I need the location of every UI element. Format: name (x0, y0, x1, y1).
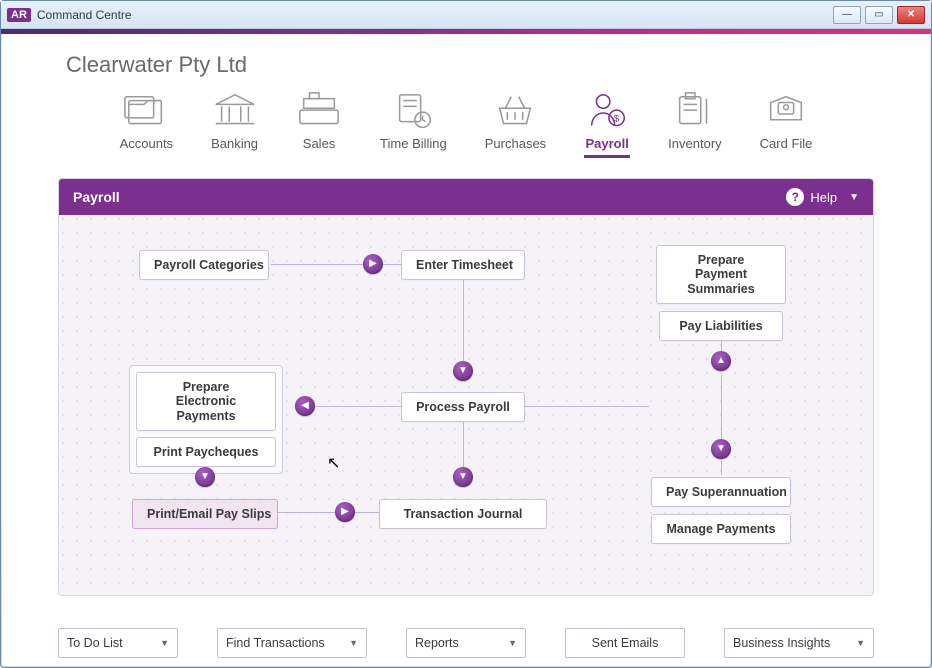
nav-sales[interactable]: Sales (296, 90, 342, 154)
help-button[interactable]: ? Help ▼ (786, 188, 859, 206)
company-name: Clearwater Pty Ltd (66, 52, 930, 78)
nav-label: Banking (211, 136, 258, 151)
nav-banking[interactable]: Banking (211, 90, 258, 154)
dropdown-label: To Do List (67, 636, 123, 650)
button-label: Sent Emails (592, 636, 659, 650)
nav-label: Accounts (120, 136, 173, 151)
nav-label: Card File (760, 136, 813, 151)
sent-emails-button[interactable]: Sent Emails (565, 628, 685, 658)
connector (721, 375, 722, 439)
nav-card-file[interactable]: Card File (760, 90, 813, 154)
task-manage-payments[interactable]: Manage Payments (651, 514, 791, 544)
task-print-email-pay-slips[interactable]: Print/Email Pay Slips (132, 499, 278, 529)
help-label: Help (810, 190, 837, 205)
window-title: Command Centre (37, 8, 132, 22)
dropdown-label: Reports (415, 636, 459, 650)
nav-bar: Accounts Banking Sales Time Billing (2, 86, 930, 164)
connector (519, 406, 649, 407)
invoice-clock-icon (390, 90, 436, 130)
register-icon (296, 90, 342, 130)
bank-icon (212, 90, 258, 130)
nav-label: Time Billing (380, 136, 447, 151)
flow-node-right[interactable]: ▶ (363, 254, 383, 274)
client-area: Clearwater Pty Ltd Accounts Banking Sale… (2, 34, 930, 666)
nav-label: Purchases (485, 136, 546, 151)
chevron-down-icon: ▼ (349, 638, 358, 648)
task-transaction-journal[interactable]: Transaction Journal (379, 499, 547, 529)
window-titlebar: AR Command Centre — ▭ ✕ (1, 1, 931, 29)
chevron-down-icon: ▼ (160, 638, 169, 648)
bottom-toolbar: To Do List▼ Find Transactions▼ Reports▼ … (2, 628, 930, 658)
dropdown-label: Find Transactions (226, 636, 325, 650)
basket-icon (492, 90, 538, 130)
mouse-cursor-icon: ↖ (327, 453, 340, 473)
nav-label: Payroll (585, 136, 628, 151)
card-file-icon (763, 90, 809, 130)
panel-title: Payroll (73, 189, 120, 205)
connector (463, 275, 464, 375)
flow-node-down[interactable]: ▼ (453, 467, 473, 487)
connector (274, 512, 379, 513)
person-dollar-icon: $ (584, 90, 630, 130)
task-pay-liabilities[interactable]: Pay Liabilities (659, 311, 783, 341)
chevron-down-icon: ▼ (508, 638, 517, 648)
close-button[interactable]: ✕ (897, 6, 925, 24)
nav-purchases[interactable]: Purchases (485, 90, 546, 154)
flow-node-down[interactable]: ▼ (453, 361, 473, 381)
task-process-payroll[interactable]: Process Payroll (401, 392, 525, 422)
chevron-down-icon: ▼ (856, 638, 865, 648)
task-prepare-payment-summaries[interactable]: Prepare Payment Summaries (656, 245, 786, 304)
find-transactions-dropdown[interactable]: Find Transactions ▼ (217, 628, 367, 658)
payment-output-group: Prepare Electronic Payments Print Payche… (129, 365, 283, 474)
help-icon: ? (786, 188, 804, 206)
clipboard-pen-icon (672, 90, 718, 130)
chevron-down-icon: ▼ (849, 192, 859, 203)
task-pay-superannuation[interactable]: Pay Superannuation (651, 477, 791, 507)
maximize-button[interactable]: ▭ (865, 6, 893, 24)
window-controls: — ▭ ✕ (833, 6, 925, 24)
todo-list-dropdown[interactable]: To Do List ▼ (58, 628, 178, 658)
panel-header: Payroll ? Help ▼ (59, 179, 873, 215)
flow-node-down[interactable]: ▼ (195, 467, 215, 487)
flow-node-left[interactable]: ◀ (295, 396, 315, 416)
flow-node-up[interactable]: ▲ (711, 351, 731, 371)
nav-time-billing[interactable]: Time Billing (380, 90, 447, 154)
folder-icon (123, 90, 169, 130)
nav-inventory[interactable]: Inventory (668, 90, 721, 154)
nav-label: Inventory (668, 136, 721, 151)
nav-accounts[interactable]: Accounts (120, 90, 173, 154)
flow-node-down[interactable]: ▼ (711, 439, 731, 459)
task-enter-timesheet[interactable]: Enter Timesheet (401, 250, 525, 280)
business-insights-dropdown[interactable]: Business Insights ▼ (724, 628, 874, 658)
nav-payroll[interactable]: $ Payroll (584, 90, 630, 158)
dropdown-label: Business Insights (733, 636, 830, 650)
task-prepare-electronic-payments[interactable]: Prepare Electronic Payments (136, 372, 276, 431)
workflow-canvas: Payroll Categories ▶ Enter Timesheet Pre… (59, 215, 873, 596)
connector (311, 406, 401, 407)
connector (721, 461, 722, 475)
reports-dropdown[interactable]: Reports ▼ (406, 628, 526, 658)
minimize-button[interactable]: — (833, 6, 861, 24)
nav-label: Sales (303, 136, 336, 151)
flow-node-right[interactable]: ▶ (335, 502, 355, 522)
task-payroll-categories[interactable]: Payroll Categories (139, 250, 269, 280)
app-badge: AR (7, 8, 31, 22)
task-print-paycheques[interactable]: Print Paycheques (136, 437, 276, 467)
svg-text:$: $ (614, 113, 620, 124)
payroll-panel: Payroll ? Help ▼ Pay (58, 178, 874, 596)
app-window: AR Command Centre — ▭ ✕ Clearwater Pty L… (0, 0, 932, 668)
